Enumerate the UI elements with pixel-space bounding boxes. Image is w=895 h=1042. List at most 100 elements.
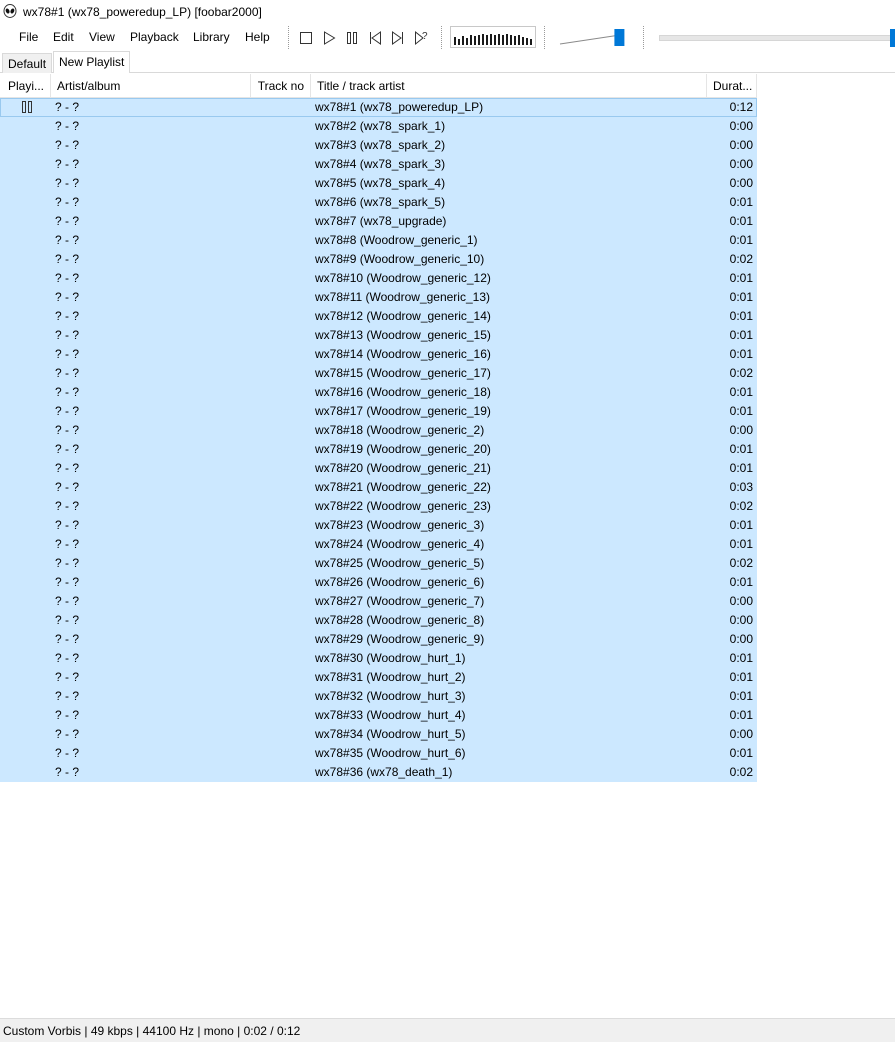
playlist-view[interactable]: ? - ? wx78#1 (wx78_poweredup_LP) 0:12? - ?…: [0, 98, 757, 782]
row-artist: ? - ?: [55, 518, 80, 532]
playlist-row[interactable]: ? - ? wx78#2 (wx78_spark_1) 0:00: [0, 117, 757, 136]
playlist-row[interactable]: ? - ? wx78#20 (Woodrow_generic_21) 0:01: [0, 459, 757, 478]
playlist-header: Playi... Artist/album Track no Title / t…: [0, 74, 757, 98]
column-header-playing[interactable]: Playi...: [0, 74, 51, 98]
status-bar: Custom Vorbis | 49 kbps | 44100 Hz | mon…: [0, 1018, 895, 1042]
row-duration: 0:01: [729, 708, 753, 722]
playlist-row[interactable]: ? - ? wx78#35 (Woodrow_hurt_6) 0:01: [0, 744, 757, 763]
row-artist: ? - ?: [55, 651, 80, 665]
menu-view[interactable]: View: [89, 30, 115, 44]
playlist-row[interactable]: ? - ? wx78#30 (Woodrow_hurt_1) 0:01: [0, 649, 757, 668]
playlist-row[interactable]: ? - ? wx78#17 (Woodrow_generic_19) 0:01: [0, 402, 757, 421]
row-title: wx78#15 (Woodrow_generic_17): [315, 366, 491, 380]
playlist-row[interactable]: ? - ? wx78#28 (Woodrow_generic_8) 0:00: [0, 611, 757, 630]
playlist-row[interactable]: ? - ? wx78#7 (wx78_upgrade) 0:01: [0, 212, 757, 231]
menu-file[interactable]: File: [19, 30, 38, 44]
previous-button[interactable]: [365, 28, 385, 48]
row-artist: ? - ?: [55, 480, 80, 494]
spectrum-bar: [486, 35, 488, 45]
row-duration: 0:01: [729, 518, 753, 532]
row-title: wx78#30 (Woodrow_hurt_1): [315, 651, 466, 665]
playlist-row[interactable]: ? - ? wx78#32 (Woodrow_hurt_3) 0:01: [0, 687, 757, 706]
row-duration: 0:01: [729, 385, 753, 399]
playlist-row[interactable]: ? - ? wx78#9 (Woodrow_generic_10) 0:02: [0, 250, 757, 269]
column-header-title[interactable]: Title / track artist: [311, 74, 707, 98]
playlist-row[interactable]: ? - ? wx78#21 (Woodrow_generic_22) 0:03: [0, 478, 757, 497]
row-title: wx78#26 (Woodrow_generic_6): [315, 575, 485, 589]
row-title: wx78#18 (Woodrow_generic_2): [315, 423, 485, 437]
playlist-row[interactable]: ? - ? wx78#12 (Woodrow_generic_14) 0:01: [0, 307, 757, 326]
playlist-row[interactable]: ? - ? wx78#33 (Woodrow_hurt_4) 0:01: [0, 706, 757, 725]
row-duration: 0:02: [729, 765, 753, 779]
playlist-row[interactable]: ? - ? wx78#36 (wx78_death_1) 0:02: [0, 763, 757, 782]
playlist-row[interactable]: ? - ? wx78#29 (Woodrow_generic_9) 0:00: [0, 630, 757, 649]
random-button[interactable]: ?: [411, 28, 431, 48]
tab-new-playlist[interactable]: New Playlist: [53, 51, 131, 73]
seek-bar[interactable]: [657, 29, 895, 47]
playlist-row[interactable]: ? - ? wx78#10 (Woodrow_generic_12) 0:01: [0, 269, 757, 288]
play-button[interactable]: [319, 28, 339, 48]
stop-button[interactable]: [296, 28, 316, 48]
playlist-row[interactable]: ? - ? wx78#14 (Woodrow_generic_16) 0:01: [0, 345, 757, 364]
row-duration: 0:01: [729, 537, 753, 551]
spectrum-visualization[interactable]: [450, 26, 536, 48]
row-title: wx78#25 (Woodrow_generic_5): [315, 556, 485, 570]
playlist-row[interactable]: ? - ? wx78#31 (Woodrow_hurt_2) 0:01: [0, 668, 757, 687]
spectrum-bar: [462, 36, 464, 45]
menu-playback[interactable]: Playback: [130, 30, 179, 44]
menu-library[interactable]: Library: [193, 30, 230, 44]
row-artist: ? - ?: [55, 157, 80, 171]
spectrum-bar: [478, 35, 480, 45]
menu-edit[interactable]: Edit: [53, 30, 74, 44]
playlist-row[interactable]: ? - ? wx78#25 (Woodrow_generic_5) 0:02: [0, 554, 757, 573]
playlist-row[interactable]: ? - ? wx78#27 (Woodrow_generic_7) 0:00: [0, 592, 757, 611]
playlist-row[interactable]: ? - ? wx78#34 (Woodrow_hurt_5) 0:00: [0, 725, 757, 744]
row-artist: ? - ?: [55, 290, 80, 304]
row-duration: 0:01: [729, 746, 753, 760]
playlist-row[interactable]: ? - ? wx78#11 (Woodrow_generic_13) 0:01: [0, 288, 757, 307]
playlist-row[interactable]: ? - ? wx78#4 (wx78_spark_3) 0:00: [0, 155, 757, 174]
playlist-row[interactable]: ? - ? wx78#24 (Woodrow_generic_4) 0:01: [0, 535, 757, 554]
playlist-row[interactable]: ? - ? wx78#22 (Woodrow_generic_23) 0:02: [0, 497, 757, 516]
pause-button[interactable]: [342, 28, 362, 48]
row-duration: 0:00: [729, 594, 753, 608]
playlist-row[interactable]: ? - ? wx78#5 (wx78_spark_4) 0:00: [0, 174, 757, 193]
spectrum-bar: [494, 35, 496, 45]
playlist-row[interactable]: ? - ? wx78#23 (Woodrow_generic_3) 0:01: [0, 516, 757, 535]
playlist-row[interactable]: ? - ? wx78#8 (Woodrow_generic_1) 0:01: [0, 231, 757, 250]
row-title: wx78#36 (wx78_death_1): [315, 765, 453, 779]
status-text: Custom Vorbis | 49 kbps | 44100 Hz | mon…: [3, 1024, 301, 1038]
play-icon: [324, 31, 336, 45]
spectrum-bar: [514, 36, 516, 45]
row-duration: 0:00: [729, 176, 753, 190]
playlist-row[interactable]: ? - ? wx78#1 (wx78_poweredup_LP) 0:12: [0, 98, 757, 117]
spectrum-bar: [454, 37, 456, 45]
volume-slider[interactable]: [558, 26, 634, 48]
seek-thumb[interactable]: [890, 29, 895, 47]
column-header-track[interactable]: Track no: [251, 74, 311, 98]
playlist-row[interactable]: ? - ? wx78#18 (Woodrow_generic_2) 0:00: [0, 421, 757, 440]
spectrum-bar: [530, 39, 532, 45]
row-artist: ? - ?: [55, 214, 80, 228]
row-artist: ? - ?: [55, 461, 80, 475]
row-duration: 0:01: [729, 195, 753, 209]
row-artist: ? - ?: [55, 328, 80, 342]
next-button[interactable]: [388, 28, 408, 48]
row-artist: ? - ?: [55, 233, 80, 247]
row-artist: ? - ?: [55, 176, 80, 190]
column-header-duration[interactable]: Durat...: [707, 74, 757, 98]
menu-help[interactable]: Help: [245, 30, 270, 44]
previous-icon: [370, 31, 381, 45]
playlist-row[interactable]: ? - ? wx78#13 (Woodrow_generic_15) 0:01: [0, 326, 757, 345]
tab-default[interactable]: Default: [2, 53, 53, 73]
playlist-row[interactable]: ? - ? wx78#26 (Woodrow_generic_6) 0:01: [0, 573, 757, 592]
playlist-row[interactable]: ? - ? wx78#19 (Woodrow_generic_20) 0:01: [0, 440, 757, 459]
volume-wedge: [559, 29, 625, 46]
playlist-row[interactable]: ? - ? wx78#15 (Woodrow_generic_17) 0:02: [0, 364, 757, 383]
playlist-row[interactable]: ? - ? wx78#3 (wx78_spark_2) 0:00: [0, 136, 757, 155]
row-duration: 0:02: [729, 556, 753, 570]
spectrum-bar: [522, 37, 524, 45]
column-header-artist[interactable]: Artist/album: [51, 74, 251, 98]
playlist-row[interactable]: ? - ? wx78#6 (wx78_spark_5) 0:01: [0, 193, 757, 212]
playlist-row[interactable]: ? - ? wx78#16 (Woodrow_generic_18) 0:01: [0, 383, 757, 402]
